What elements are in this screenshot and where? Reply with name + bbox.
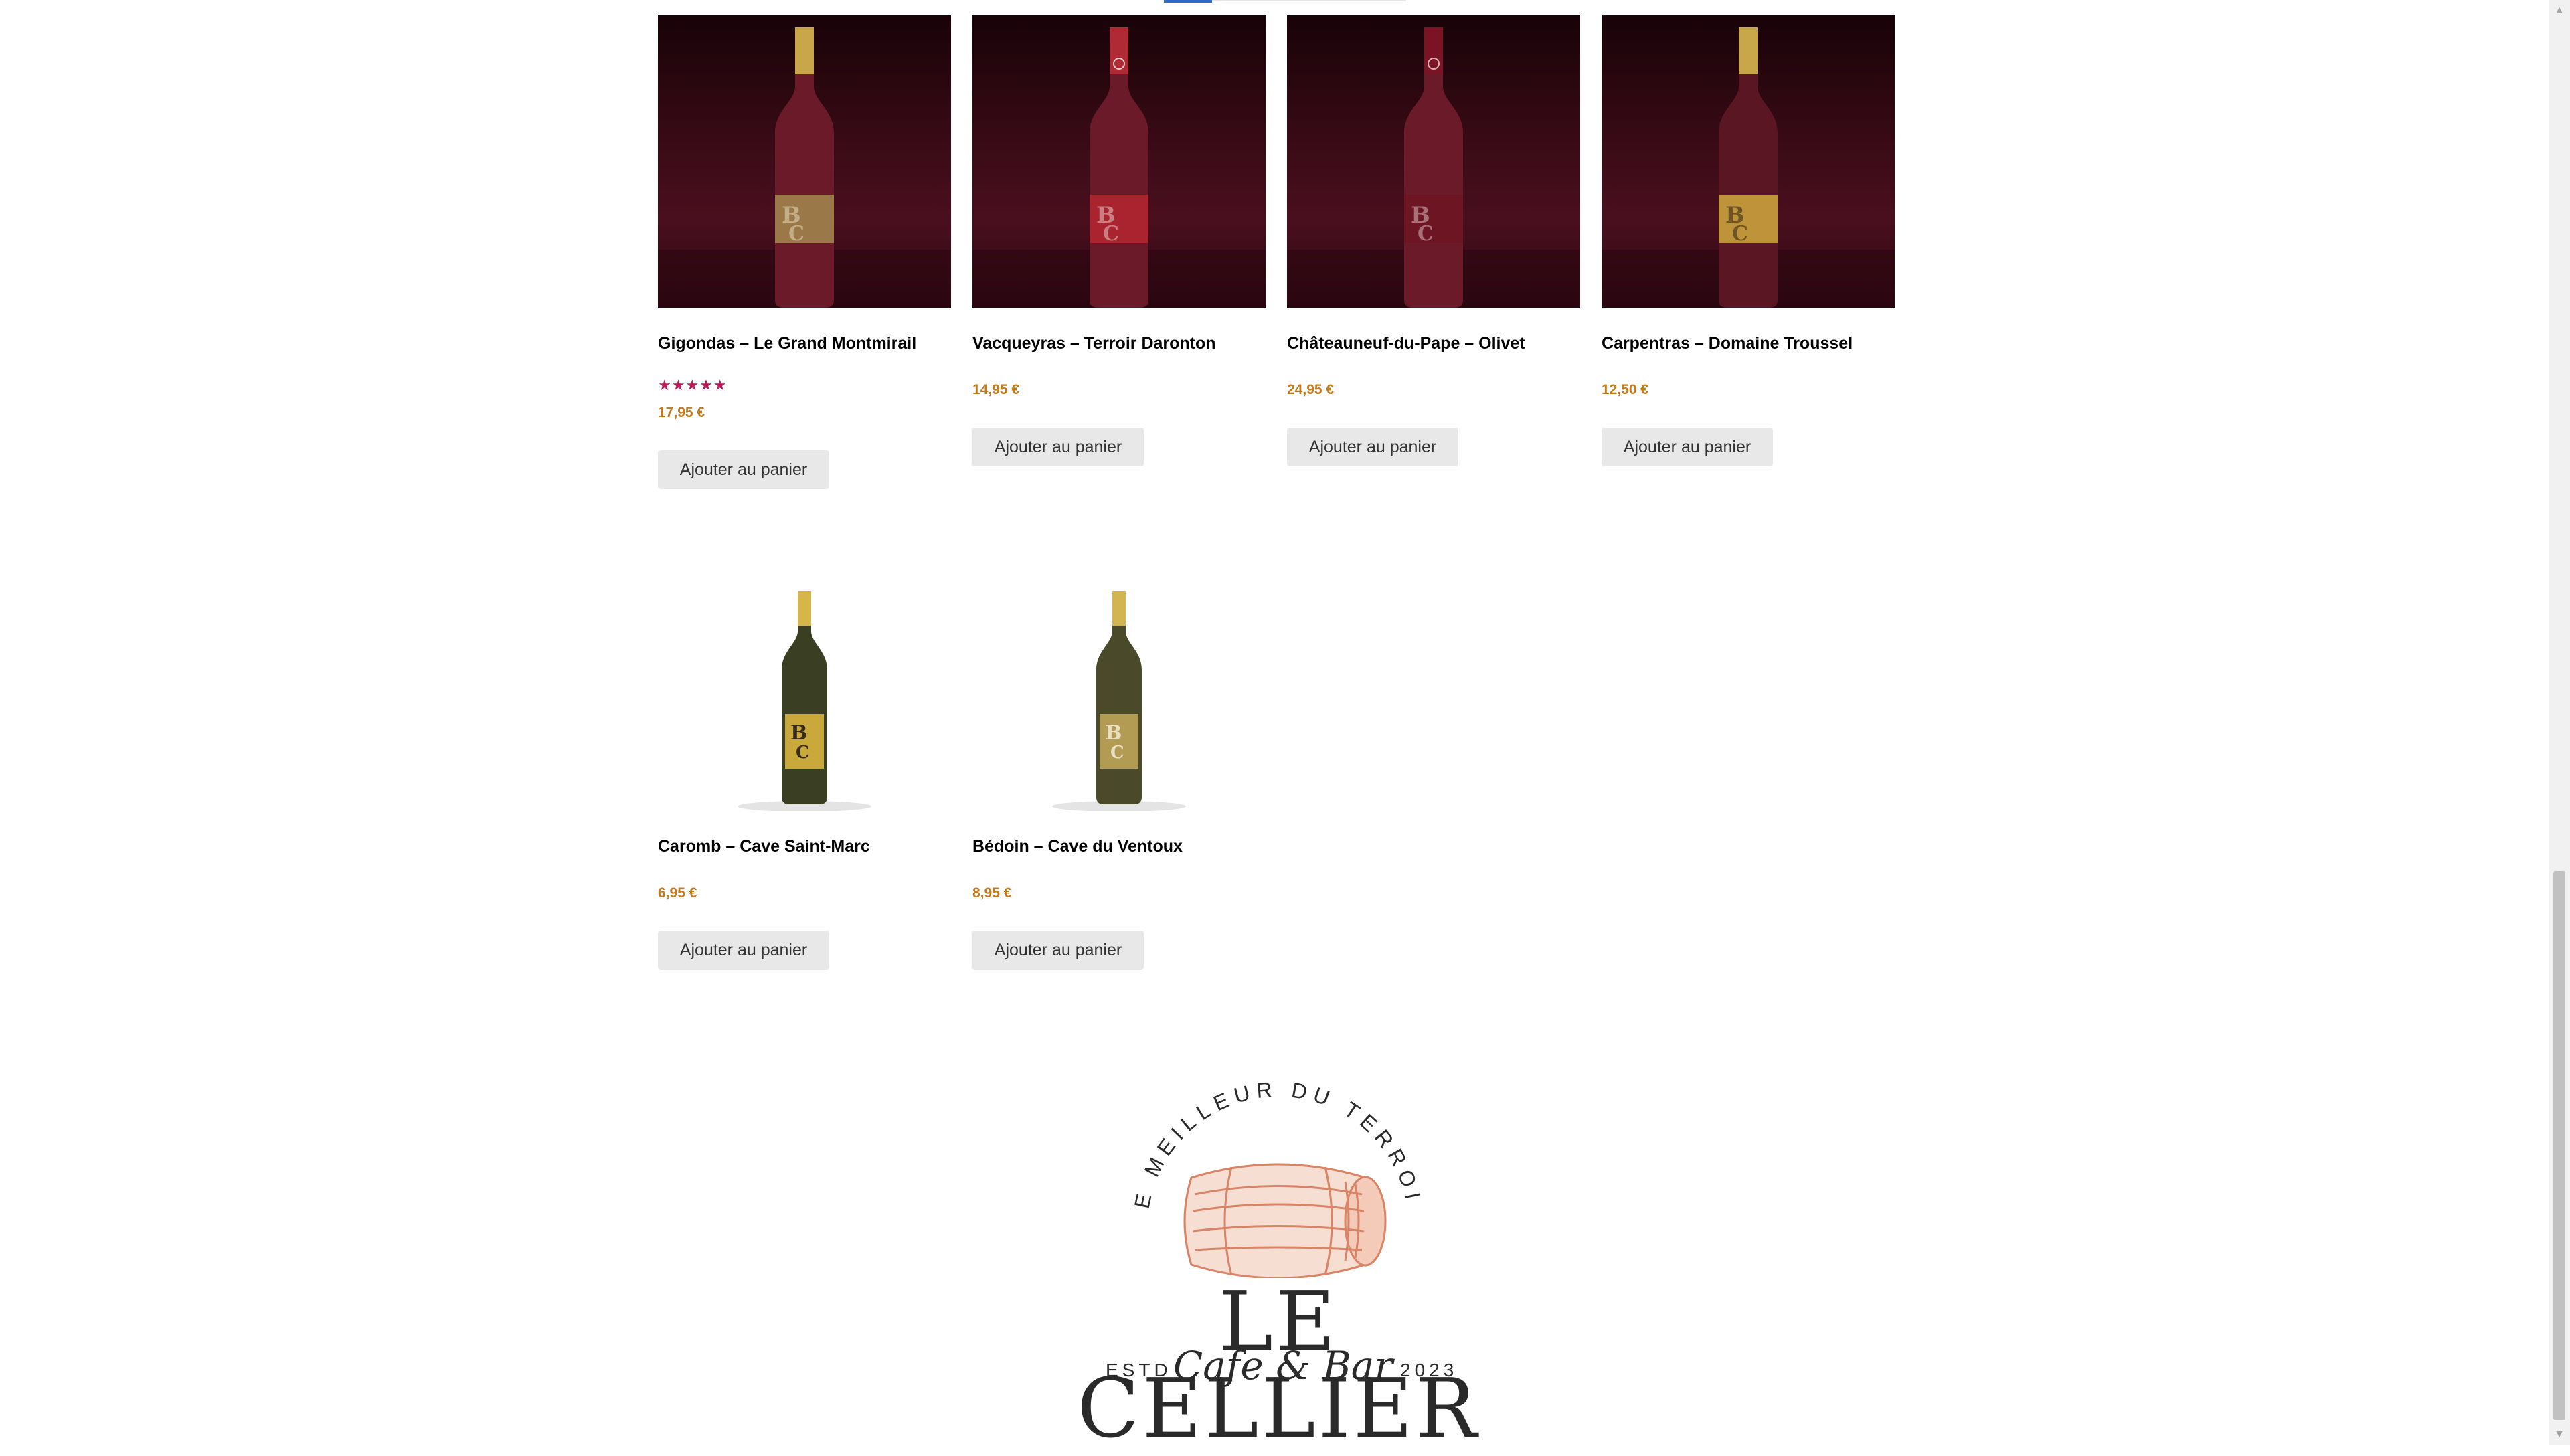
product-card-chateauneuf[interactable]: B C Châteauneuf-du-Pape – Olivet 24,95 €… [1287, 15, 1580, 470]
add-to-cart-button[interactable]: Ajouter au panier [972, 428, 1144, 466]
logo-year: 2023 [1400, 1360, 1458, 1380]
wine-bottle-icon: B C [1602, 27, 1895, 308]
product-name[interactable]: Caromb – Cave Saint-Marc [658, 836, 870, 856]
logo-estd: ESTD [1106, 1360, 1172, 1380]
product-name[interactable]: Bédoin – Cave du Ventoux [972, 836, 1183, 856]
product-image[interactable]: B C [658, 15, 951, 308]
add-to-cart-button[interactable]: Ajouter au panier [658, 450, 829, 489]
product-price: 14,95 € [972, 382, 1020, 397]
wine-bottle-icon: B C [738, 591, 871, 811]
svg-text:C: C [1103, 222, 1119, 246]
svg-text:B: B [790, 721, 807, 745]
vertical-scrollbar[interactable]: ▲ ▼ [2549, 0, 2570, 1445]
add-to-cart-button[interactable]: Ajouter au panier [658, 931, 829, 970]
product-price: 8,95 € [972, 885, 1012, 901]
scroll-up-icon[interactable]: ▲ [2549, 0, 2570, 21]
barrel-icon: LE MEILLEUR DU TERROIR [1031, 1077, 1420, 1278]
product-price: 12,50 € [1602, 382, 1649, 397]
svg-text:C: C [1110, 743, 1124, 763]
product-name[interactable]: Vacqueyras – Terroir Daronton [972, 333, 1216, 353]
site-logo[interactable]: LE MEILLEUR DU TERROIR LE CELLIER ESTD C… [1031, 1077, 1526, 1452]
wine-bottle-icon: B C [1052, 591, 1186, 811]
svg-text:C: C [796, 743, 810, 763]
product-image[interactable]: B C [1287, 15, 1580, 308]
product-price: 17,95 € [658, 405, 705, 420]
add-to-cart-button[interactable]: Ajouter au panier [972, 931, 1144, 970]
add-to-cart-button[interactable]: Ajouter au panier [1602, 428, 1773, 466]
rating-stars-icon: ★★★★★ [658, 377, 727, 393]
add-to-cart-button[interactable]: Ajouter au panier [1287, 428, 1458, 466]
svg-text:C: C [1418, 222, 1434, 246]
scrollbar-thumb[interactable] [2553, 871, 2565, 1420]
product-card-carpentras[interactable]: B C Carpentras – Domaine Troussel 12,50 … [1602, 15, 1895, 470]
wine-bottle-icon: B C [972, 27, 1266, 308]
svg-text:C: C [1732, 222, 1748, 246]
product-name[interactable]: Carpentras – Domaine Troussel [1602, 333, 1853, 353]
svg-text:B: B [1105, 721, 1122, 745]
product-image[interactable]: B C [972, 15, 1266, 308]
product-name[interactable]: Châteauneuf-du-Pape – Olivet [1287, 333, 1525, 353]
tab-strip-edge [1212, 0, 1406, 1]
product-image[interactable]: B C [1602, 15, 1895, 308]
product-image[interactable]: B C [658, 519, 951, 811]
product-price: 24,95 € [1287, 382, 1335, 397]
wine-bottle-icon: B C [658, 27, 951, 308]
product-image[interactable]: B C [972, 519, 1266, 811]
product-name[interactable]: Gigondas – Le Grand Montmirail [658, 333, 916, 353]
wine-bottle-icon: B C [1287, 27, 1580, 308]
product-card-vacqueyras[interactable]: B C Vacqueyras – Terroir Daronton 14,95 … [972, 15, 1266, 470]
product-card-gigondas[interactable]: B C Gigondas – Le Grand Montmirail ★★★★★… [658, 15, 951, 489]
scroll-down-icon[interactable]: ▼ [2549, 1424, 2570, 1445]
logo-script: Cafe & Bar [1173, 1343, 1393, 1388]
active-tab-indicator [1164, 0, 1212, 3]
product-price: 6,95 € [658, 885, 697, 901]
svg-text:C: C [788, 222, 804, 246]
product-card-bedoin[interactable]: B C Bédoin – Cave du Ventoux 8,95 € Ajou… [972, 519, 1266, 974]
product-card-caromb[interactable]: B C Caromb – Cave Saint-Marc 6,95 € Ajou… [658, 519, 951, 974]
